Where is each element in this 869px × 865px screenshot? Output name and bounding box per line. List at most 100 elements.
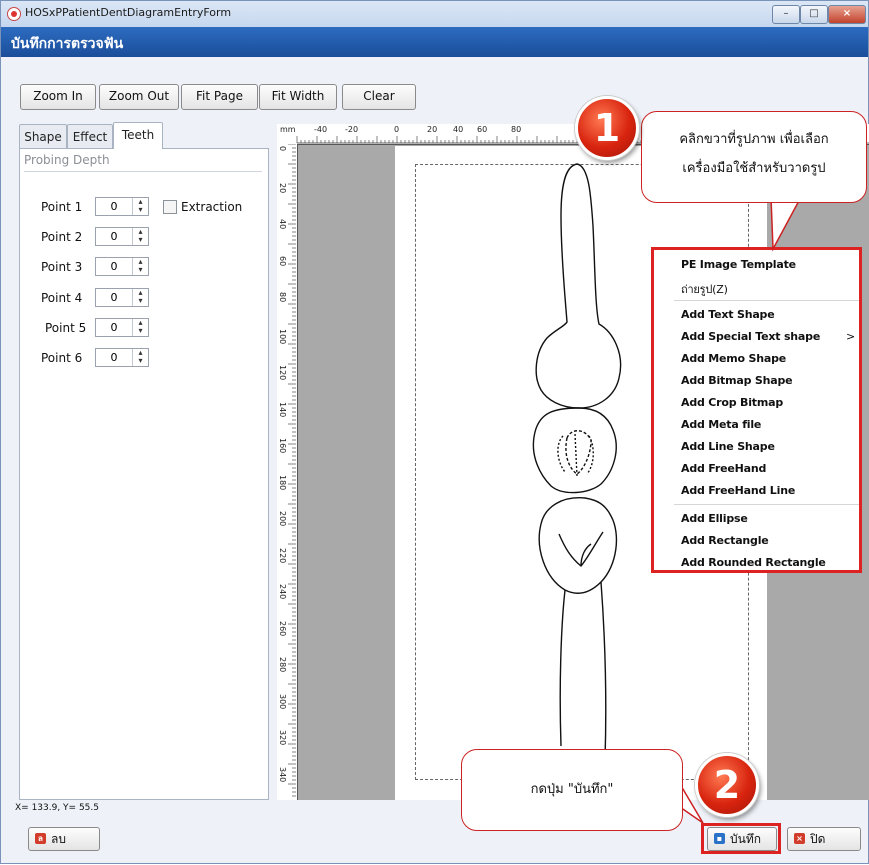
point-2-label: Point 2 <box>41 230 83 244</box>
ruler-label: 0 <box>278 146 287 152</box>
ruler-label: -40 <box>314 125 328 134</box>
close-label: ปิด <box>810 832 826 846</box>
point-2-stepper[interactable]: 0 ▴ ▾ <box>95 227 149 246</box>
stepper-arrows-icon[interactable]: ▴ ▾ <box>132 289 148 306</box>
point-5-value: 0 <box>110 321 118 334</box>
ruler-label: 40 <box>278 219 287 230</box>
ruler-label: 200 <box>278 511 287 527</box>
menu-item-add-special-text-shape[interactable]: Add Special Text shape <box>681 330 820 343</box>
window-title: HOSxPPatientDentDiagramEntryForm <box>25 6 232 19</box>
ruler-label: 20 <box>278 182 287 193</box>
ruler-label: 40 <box>453 125 464 134</box>
ruler-label: 80 <box>511 125 522 134</box>
point-3-label: Point 3 <box>41 260 83 274</box>
ruler-label: 60 <box>477 125 488 134</box>
menu-item-add-freehand-line[interactable]: Add FreeHand Line <box>681 484 795 497</box>
point-6-value: 0 <box>110 351 118 364</box>
vertical-ruler: 0 20 40 60 80 100 120 140 160 180 200 220 240 260 280 3… <box>277 144 298 800</box>
maximize-button[interactable]: □ <box>800 5 828 24</box>
point-1-value: 0 <box>110 200 118 213</box>
delete-icon: ล <box>35 833 46 844</box>
toolbar: Zoom In Zoom Out Fit Page Fit Width Clea… <box>1 57 868 117</box>
callout-step-2: กดปุ่ม "บันทึก" <box>461 749 683 831</box>
menu-item-take-photo[interactable]: ถ่ายรูป(Z) <box>681 280 728 298</box>
menu-item-add-bitmap-shape[interactable]: Add Bitmap Shape <box>681 374 793 387</box>
stepper-arrows-icon[interactable]: ▴ ▾ <box>132 319 148 336</box>
ruler-label: 320 <box>278 730 287 746</box>
menu-item-add-crop-bitmap[interactable]: Add Crop Bitmap <box>681 396 783 409</box>
menu-item-add-rectangle[interactable]: Add Rectangle <box>681 534 769 547</box>
close-window-button[interactable]: × <box>828 5 866 24</box>
submenu-arrow-icon: > <box>846 330 856 343</box>
stepper-arrows-icon[interactable]: ▴ ▾ <box>132 228 148 245</box>
stepper-arrows-icon[interactable]: ▴ ▾ <box>132 198 148 215</box>
fit-width-button[interactable]: Fit Width <box>259 84 337 110</box>
ruler-label: -20 <box>345 125 359 134</box>
point-3-stepper[interactable]: 0 ▴ ▾ <box>95 257 149 276</box>
ruler-label: 0 <box>394 125 400 134</box>
extraction-label: Extraction <box>181 200 243 214</box>
title-bar: HOSxPPatientDentDiagramEntryForm – □ × <box>1 1 868 28</box>
menu-item-add-ellipse[interactable]: Add Ellipse <box>681 512 748 525</box>
clear-button[interactable]: Clear <box>342 84 416 110</box>
zoom-in-button[interactable]: Zoom In <box>20 84 96 110</box>
menu-item-add-freehand[interactable]: Add FreeHand <box>681 462 766 475</box>
menu-item-add-memo-shape[interactable]: Add Memo Shape <box>681 352 786 365</box>
ruler-label: 160 <box>278 438 287 454</box>
point-1-label: Point 1 <box>41 200 83 214</box>
tab-teeth[interactable]: Teeth <box>113 122 163 149</box>
ruler-label: 340 <box>278 766 287 782</box>
form-title: บันทึกการตรวจฟัน <box>11 36 124 52</box>
ruler-label: 100 <box>278 328 287 344</box>
point-6-label: Point 6 <box>41 351 83 365</box>
menu-item-add-line-shape[interactable]: Add Line Shape <box>681 440 775 453</box>
menu-item-add-text-shape[interactable]: Add Text Shape <box>681 308 775 321</box>
close-button[interactable]: × ปิด <box>787 827 861 851</box>
menu-item-pe-image-template[interactable]: PE Image Template <box>681 258 796 271</box>
context-menu: PE Image Template ถ่ายรูป(Z) Add Text Sh… <box>651 247 862 573</box>
step-1-badge: 1 <box>575 96 639 160</box>
menu-item-add-rounded-rectangle[interactable]: Add Rounded Rectangle <box>681 556 826 569</box>
point-5-stepper[interactable]: 0 ▴ ▾ <box>95 318 149 337</box>
point-1-stepper[interactable]: 0 ▴ ▾ <box>95 197 149 216</box>
ruler-label: 120 <box>278 365 287 381</box>
form-header: บันทึกการตรวจฟัน <box>1 27 868 57</box>
stepper-arrows-icon[interactable]: ▴ ▾ <box>132 349 148 366</box>
stepper-arrows-icon[interactable]: ▴ ▾ <box>132 258 148 275</box>
ruler-unit: mm <box>280 125 296 134</box>
probing-depth-header: Probing Depth <box>24 153 262 172</box>
zoom-out-button[interactable]: Zoom Out <box>99 84 179 110</box>
menu-separator <box>674 300 859 301</box>
tab-shape[interactable]: Shape <box>19 124 67 149</box>
ruler-label: 260 <box>278 620 287 636</box>
ruler-label: 80 <box>278 292 287 303</box>
point-4-value: 0 <box>110 291 118 304</box>
ruler-label: 20 <box>427 125 438 134</box>
menu-item-add-meta-file[interactable]: Add Meta file <box>681 418 761 431</box>
point-4-stepper[interactable]: 0 ▴ ▾ <box>95 288 149 307</box>
ruler-label: 60 <box>278 255 287 266</box>
callout-step-1: คลิกขวาที่รูปภาพ เพื่อเลือก เครื่องมือใช… <box>641 111 867 203</box>
point-6-stepper[interactable]: 0 ▴ ▾ <box>95 348 149 367</box>
app-icon <box>7 7 21 21</box>
ruler-label: 240 <box>278 584 287 600</box>
ruler-label: 220 <box>278 547 287 563</box>
fit-page-button[interactable]: Fit Page <box>181 84 258 110</box>
save-button-highlight <box>701 823 781 854</box>
tab-effect[interactable]: Effect <box>67 124 113 149</box>
minimize-button[interactable]: – <box>772 5 800 24</box>
close-x-icon: × <box>794 833 805 844</box>
properties-panel: Shape Effect Teeth Probing Depth Point 1… <box>19 122 269 800</box>
extraction-checkbox[interactable] <box>163 200 177 214</box>
step-2-badge: 2 <box>695 753 759 817</box>
delete-button[interactable]: ล ลบ <box>28 827 100 851</box>
ruler-label: 140 <box>278 401 287 417</box>
callout-step-1-line-1: คลิกขวาที่รูปภาพ เพื่อเลือก <box>679 132 829 147</box>
ruler-label: 280 <box>278 657 287 673</box>
cursor-coordinates: X= 133.9, Y= 55.5 <box>15 803 99 813</box>
point-2-value: 0 <box>110 230 118 243</box>
point-3-value: 0 <box>110 260 118 273</box>
ruler-label: 300 <box>278 693 287 709</box>
callout-step-1-line-2: เครื่องมือใช้สำหรับวาดรูป <box>682 161 826 176</box>
ruler-label: 180 <box>278 474 287 490</box>
